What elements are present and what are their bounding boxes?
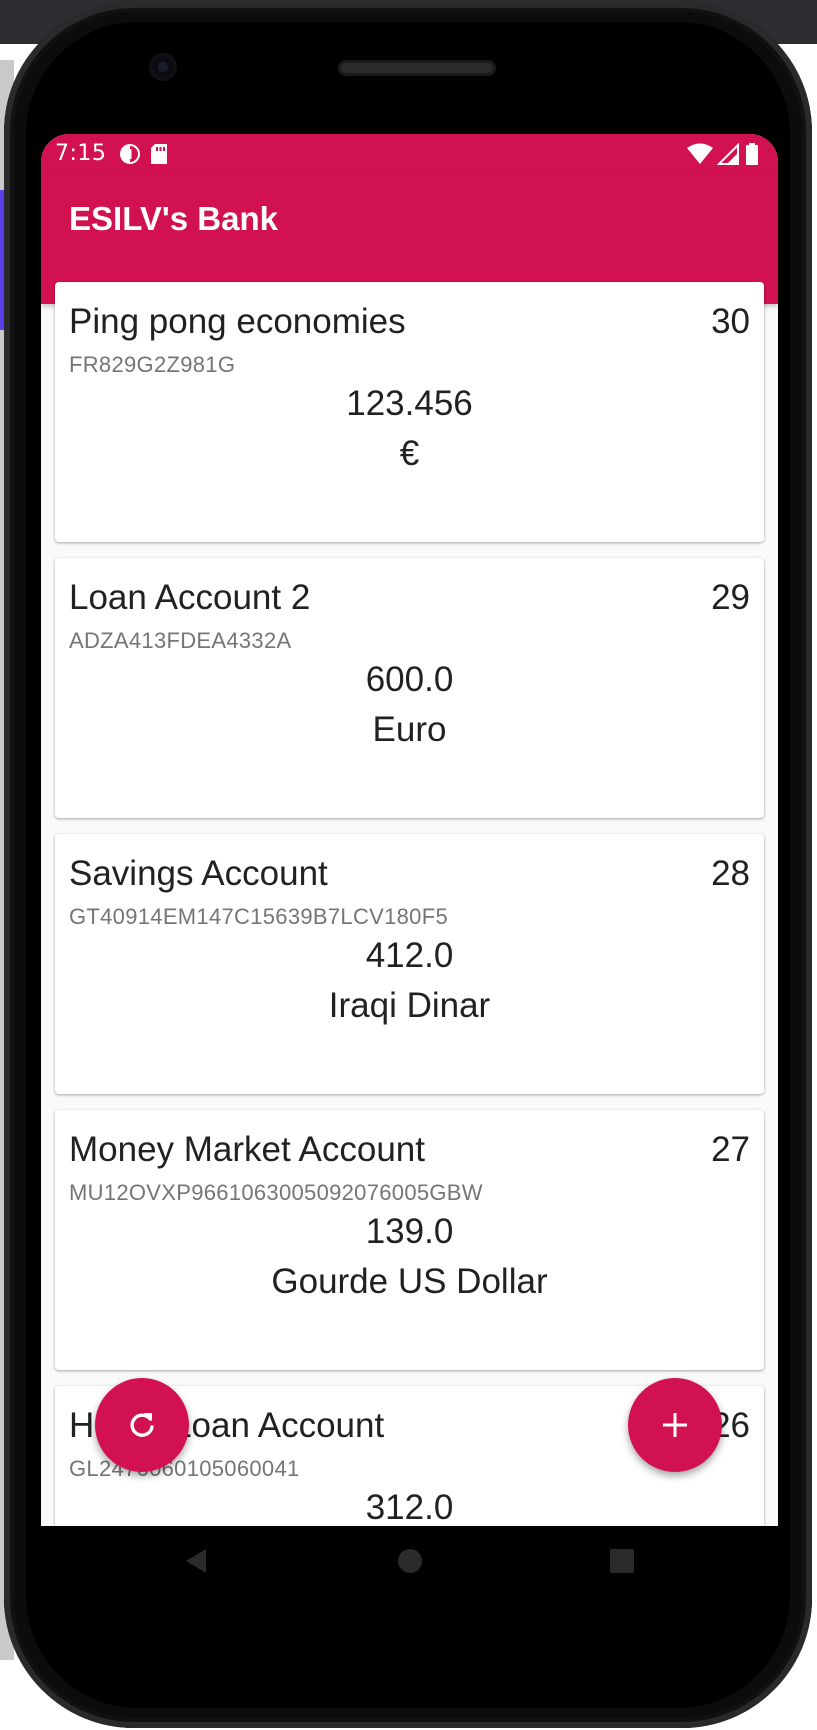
system-navigation-bar [41, 1526, 778, 1608]
account-card[interactable]: Savings Account 28 GT40914EM147C15639B7L… [55, 834, 764, 1094]
recents-square-icon [610, 1549, 634, 1573]
account-currency: Euro [372, 710, 447, 749]
signal-icon [716, 142, 739, 165]
account-iban: GT40914EM147C15639B7LCV180F5 [69, 904, 448, 929]
account-name: Loan Account 2 [69, 578, 311, 617]
account-iban: ADZA413FDEA4332A [69, 628, 292, 653]
recents-nav-button[interactable] [607, 1546, 637, 1580]
data-saver-icon [119, 143, 141, 165]
account-amount: 412.0 [365, 936, 454, 975]
status-time: 7:15 [55, 141, 107, 166]
account-name: Ping pong economies [69, 302, 406, 341]
account-card[interactable]: Loan Account 2 29 ADZA413FDEA4332A 600.0… [55, 558, 764, 818]
account-iban: FR829G2Z981G [69, 352, 236, 377]
account-amount: 123.456 [346, 384, 473, 423]
back-nav-button[interactable] [181, 1546, 211, 1580]
back-triangle-icon [186, 1549, 206, 1573]
sd-card-icon [149, 143, 171, 165]
account-amount: 139.0 [365, 1212, 454, 1251]
refresh-button[interactable] [95, 1378, 189, 1472]
refresh-icon [130, 1413, 154, 1437]
account-currency: € [399, 434, 420, 473]
front-camera [152, 56, 174, 78]
account-id: 27 [711, 1130, 750, 1169]
account-card[interactable]: Money Market Account 27 MU12OVXP96610630… [55, 1110, 764, 1370]
wifi-icon [687, 143, 713, 165]
account-name: Money Market Account [69, 1130, 425, 1169]
account-id: 30 [711, 302, 750, 341]
add-account-button[interactable] [628, 1378, 722, 1472]
account-amount: 600.0 [365, 660, 454, 699]
app-screen: 7:15 ESILV's Bank Ping pong economies 30… [41, 134, 778, 1608]
account-id: 29 [711, 578, 750, 617]
account-iban: GL2476060105060041 [69, 1456, 300, 1481]
account-iban: MU12OVXP9661063005092076005GBW [69, 1180, 483, 1205]
earpiece-speaker [338, 60, 496, 76]
device-stage: 7:15 ESILV's Bank Ping pong economies 30… [0, 0, 817, 1730]
account-card[interactable]: Ping pong economies 30 FR829G2Z981G 123.… [55, 282, 764, 542]
plus-icon [663, 1413, 687, 1437]
account-currency: Gourde US Dollar [271, 1262, 548, 1301]
account-currency: Iraqi Dinar [328, 986, 491, 1025]
home-nav-button[interactable] [395, 1546, 425, 1580]
home-circle-icon [398, 1549, 422, 1573]
account-name: Savings Account [69, 854, 328, 893]
app-title: ESILV's Bank [69, 200, 278, 237]
battery-icon [745, 143, 767, 165]
account-id: 28 [711, 854, 750, 893]
account-amount: 312.0 [365, 1488, 454, 1527]
status-bar: 7:15 [41, 134, 778, 172]
